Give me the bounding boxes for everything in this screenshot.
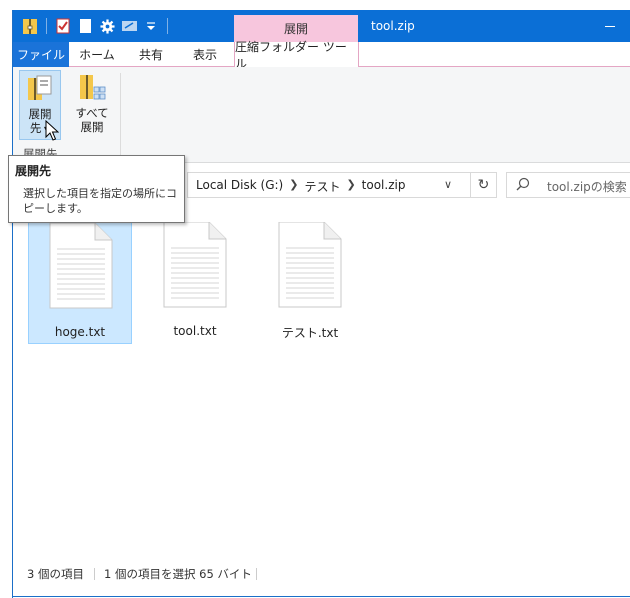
file-item[interactable]: hoge.txt bbox=[28, 222, 132, 344]
extract-all-icon bbox=[80, 75, 106, 100]
file-name: tool.txt bbox=[173, 324, 217, 338]
extract-all-label-1: すべて bbox=[75, 106, 109, 120]
breadcrumb: Local Disk (G:) ❯ テスト ❯ tool.zip bbox=[196, 178, 405, 195]
refresh-icon: ↻ bbox=[477, 177, 490, 193]
text-file-icon bbox=[49, 223, 113, 309]
item-count: 3 個の項目 bbox=[27, 567, 84, 581]
properties-icon[interactable] bbox=[54, 16, 72, 36]
address-bar[interactable]: Local Disk (G:) ❯ テスト ❯ tool.zip ∨ bbox=[187, 172, 471, 198]
extract-all-label-2: 展開 bbox=[80, 120, 104, 134]
window-border bbox=[13, 596, 630, 597]
search-placeholder: tool.zipの検索 bbox=[547, 180, 627, 194]
file-name: hoge.txt bbox=[54, 325, 106, 339]
breadcrumb-item-drive[interactable]: Local Disk (G:) bbox=[196, 178, 283, 195]
zip-folder-icon bbox=[21, 16, 39, 36]
extract-all-button[interactable]: すべて 展開 bbox=[70, 70, 114, 140]
new-file-icon[interactable] bbox=[76, 16, 94, 36]
breadcrumb-item-folder[interactable]: テスト bbox=[304, 178, 340, 195]
qat-separator bbox=[46, 18, 47, 34]
tooltip-body: 選択した項目を指定の場所にコピーします。 bbox=[23, 187, 177, 215]
file-list: hoge.txt tool.txt テスト.txt bbox=[13, 208, 630, 562]
tab-view[interactable]: 表示 bbox=[177, 42, 233, 67]
chevron-right-icon[interactable]: ❯ bbox=[289, 178, 298, 195]
extract-to-label-1: 展開 bbox=[28, 107, 52, 121]
file-name: テスト.txt bbox=[281, 326, 339, 340]
quick-access-toolbar bbox=[21, 16, 171, 36]
status-separator bbox=[256, 568, 257, 580]
qat-separator bbox=[167, 18, 168, 34]
minimize-button[interactable] bbox=[605, 18, 617, 32]
tab-home[interactable]: ホーム bbox=[69, 42, 125, 67]
chevron-down-icon[interactable]: ∨ bbox=[444, 178, 452, 191]
text-file-icon bbox=[163, 222, 227, 308]
ribbon-tab-row: ファイル ホーム 共有 表示 圧縮フォルダー ツール bbox=[13, 40, 630, 71]
search-icon bbox=[516, 177, 530, 191]
breadcrumb-item-zip[interactable]: tool.zip bbox=[362, 178, 406, 195]
status-bar: 3 個の項目 1 個の項目を選択 65 バイト bbox=[13, 562, 630, 586]
ribbon-group-separator bbox=[120, 73, 121, 161]
text-file-icon bbox=[278, 222, 342, 308]
extract-to-icon bbox=[28, 75, 52, 100]
tab-file[interactable]: ファイル bbox=[13, 42, 69, 67]
ribbon: 展開 先 ▼ すべて 展開 展開先 bbox=[13, 67, 630, 163]
search-input[interactable]: tool.zipの検索 bbox=[506, 172, 630, 198]
rename-icon[interactable] bbox=[120, 16, 138, 36]
extract-to-tooltip: 展開先 選択した項目を指定の場所にコピーします。 bbox=[8, 155, 185, 223]
window-title: tool.zip bbox=[371, 19, 415, 33]
refresh-button[interactable]: ↻ bbox=[471, 172, 497, 198]
tooltip-title: 展開先 bbox=[15, 164, 52, 178]
file-item[interactable]: テスト.txt bbox=[258, 222, 362, 344]
chevron-right-icon[interactable]: ❯ bbox=[346, 178, 355, 195]
status-separator bbox=[94, 568, 95, 580]
gear-icon[interactable] bbox=[98, 16, 116, 36]
selection-info: 1 個の項目を選択 65 バイト bbox=[104, 567, 252, 581]
explorer-window: 展開 tool.zip ファイル ホーム 共有 表示 圧縮フォルダー ツール 展… bbox=[12, 10, 630, 598]
tab-compressed-folder-tools[interactable]: 圧縮フォルダー ツール bbox=[234, 40, 359, 71]
customize-qat-chevron-icon[interactable] bbox=[142, 16, 160, 36]
tab-share[interactable]: 共有 bbox=[125, 42, 177, 67]
mouse-cursor-icon bbox=[45, 120, 59, 141]
file-item[interactable]: tool.txt bbox=[143, 222, 247, 344]
